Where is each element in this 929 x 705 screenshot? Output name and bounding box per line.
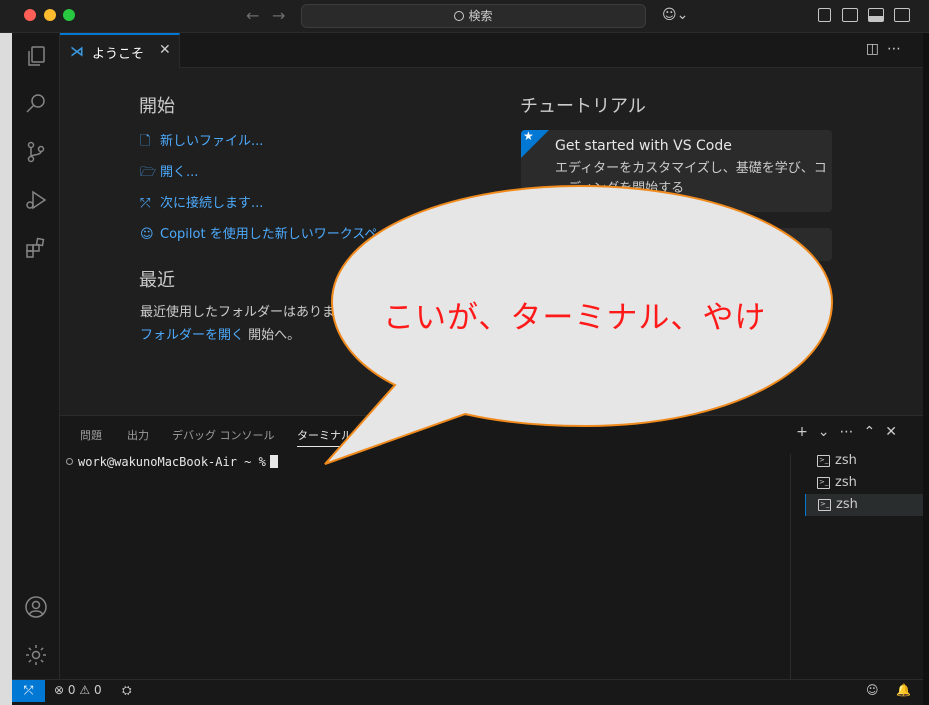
terminal-cursor	[269, 455, 278, 468]
search-label: 検索	[468, 9, 493, 23]
open-label: 開く...	[160, 165, 199, 180]
terminal-instance[interactable]: >_ zsh	[805, 472, 923, 494]
terminal-instance-active[interactable]: >_ zsh	[805, 494, 923, 516]
open-link[interactable]: 🗁 開く...	[140, 161, 198, 185]
remote-indicator-icon[interactable]: ⤱	[12, 680, 45, 702]
background-desktop-strip	[0, 33, 12, 705]
command-decoration-icon	[66, 458, 73, 465]
tab-welcome[interactable]: ⋊ ようこそ ✕	[60, 33, 180, 68]
close-tab-icon[interactable]: ✕	[159, 42, 171, 58]
new-file-link[interactable]: 🗋 新しいファイル...	[140, 130, 263, 154]
activity-bar	[12, 33, 60, 679]
remote-connect-icon: ⤱	[140, 196, 151, 211]
copilot-status-icon[interactable]: ☺	[866, 683, 879, 697]
accounts-icon[interactable]	[24, 595, 48, 619]
back-arrow-icon[interactable]: ←	[246, 6, 259, 25]
editor-actions[interactable]: ◫⋯	[866, 41, 909, 57]
tutorial-card-title: Get started with VS Code	[555, 138, 732, 154]
tab-problems[interactable]: 問題	[80, 427, 102, 443]
settings-gear-icon[interactable]	[24, 643, 48, 667]
tab-debug-console[interactable]: デバッグ コンソール	[172, 427, 275, 443]
terminal-icon: >_	[817, 477, 830, 489]
terminal-icon: >_	[818, 499, 831, 511]
new-file-label: 新しいファイル...	[160, 134, 264, 149]
copilot-icon: ☺	[140, 227, 154, 242]
toggle-panel-icon[interactable]	[868, 8, 884, 22]
star-icon: ★	[523, 130, 534, 143]
warning-count: 0	[93, 683, 102, 697]
source-control-icon[interactable]	[24, 140, 48, 164]
terminal-prompt-line[interactable]: work@wakunoMacBook-Air ~ %	[66, 455, 278, 469]
explorer-icon[interactable]	[24, 44, 48, 68]
forward-arrow-icon[interactable]: →	[272, 6, 285, 25]
error-count: 0	[67, 683, 76, 697]
recent-heading: 最近	[139, 270, 175, 291]
notifications-bell-icon[interactable]: 🔔	[896, 683, 911, 697]
vscode-window: ← → 検索 ☺⌄ ⋊ ようこそ ✕ ◫⋯ 開始 🗋 新しいファイル... 🗁 …	[0, 0, 929, 705]
tutorial-heading: チュートリアル	[520, 96, 646, 117]
right-edge	[923, 33, 929, 705]
editor-tabs-bar: ⋊ ようこそ ✕ ◫⋯	[60, 33, 923, 68]
title-bar: ← → 検索 ☺⌄	[0, 0, 929, 33]
bubble-annotation-text: こいが、ターミナル、やけ	[383, 300, 767, 336]
status-bar: ⤱ ⊗ 0 ⚠ 0 ⛭ ☺ 🔔	[12, 679, 923, 702]
run-and-debug-icon[interactable]	[24, 188, 48, 212]
open-folder-link[interactable]: フォルダーを開く	[140, 328, 244, 343]
recent-open-row: フォルダーを開く 開始へ。	[140, 324, 300, 343]
toggle-secondary-sidebar-icon[interactable]	[894, 8, 910, 22]
connect-link[interactable]: ⤱ 次に接続します...	[140, 192, 263, 211]
terminal-name: zsh	[835, 475, 857, 490]
customize-layout-icon[interactable]	[818, 8, 831, 22]
command-center-search[interactable]: 検索	[301, 4, 646, 28]
connect-label: 次に接続します...	[160, 196, 264, 211]
maximize-window-button[interactable]	[63, 9, 75, 21]
error-icon: ⊗	[54, 683, 65, 697]
copilot-menu-icon[interactable]: ☺⌄	[662, 7, 688, 23]
toggle-primary-sidebar-icon[interactable]	[842, 8, 858, 22]
extensions-icon[interactable]	[24, 236, 48, 260]
close-window-button[interactable]	[24, 9, 36, 21]
problems-status[interactable]: ⊗ 0 ⚠ 0	[54, 683, 102, 697]
tab-title: ようこそ	[92, 47, 145, 62]
terminal-prompt: work@wakunoMacBook-Air ~ %	[78, 455, 266, 469]
new-file-icon: 🗋	[140, 134, 151, 149]
tab-output[interactable]: 出力	[127, 427, 149, 443]
start-heading: 開始	[139, 96, 175, 117]
minimize-window-button[interactable]	[44, 9, 56, 21]
terminal-scrollbar[interactable]	[790, 454, 800, 679]
terminal-name: zsh	[836, 497, 858, 512]
warning-icon: ⚠	[79, 683, 91, 697]
search-icon	[454, 11, 465, 21]
search-view-icon[interactable]	[24, 92, 48, 116]
open-folder-icon: 🗁	[140, 165, 157, 180]
vscode-logo-icon: ⋊	[70, 44, 84, 60]
debug-status-icon[interactable]: ⛭	[122, 683, 132, 698]
open-folder-suffix: 開始へ。	[244, 328, 301, 343]
